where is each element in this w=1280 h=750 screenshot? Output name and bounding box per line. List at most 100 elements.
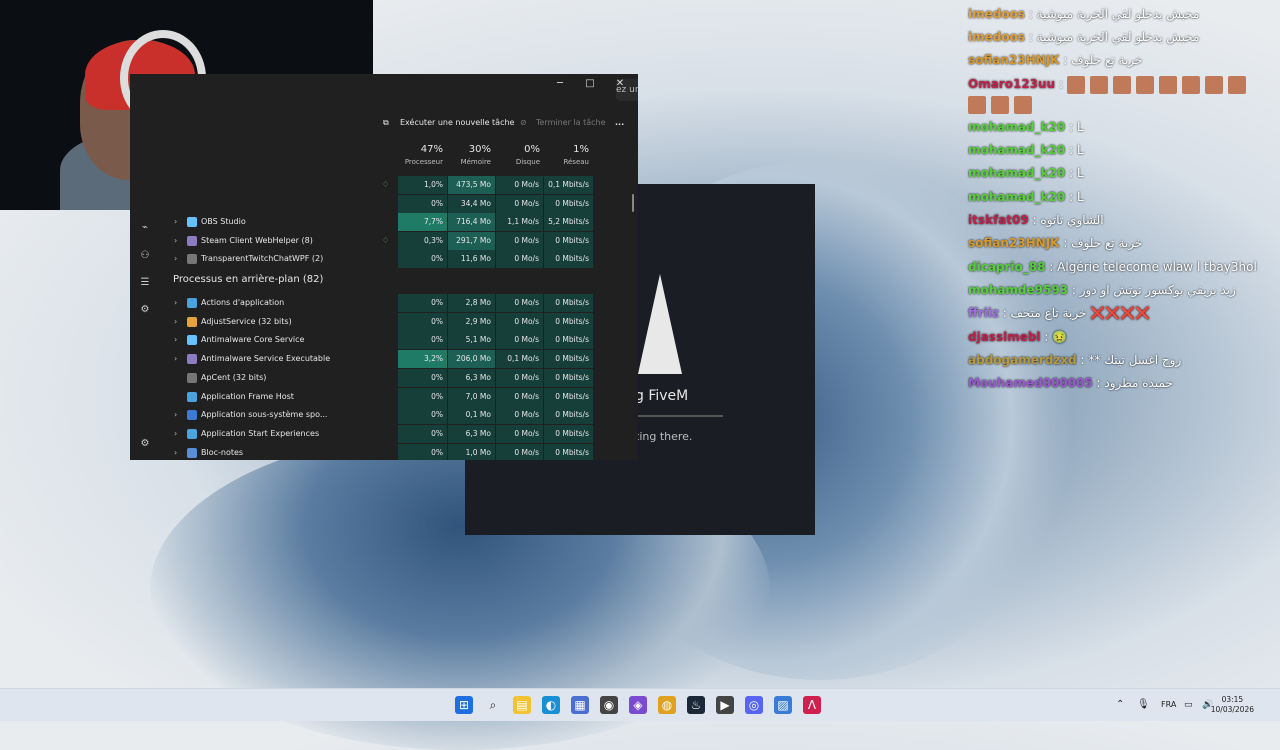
expand-chevron-icon[interactable]: ›: [174, 213, 177, 231]
process-row[interactable]: › OBS Studio 7,7% 716,4 Mo 1,1 Mo/s 5,2 Mbits…: [130, 213, 638, 232]
expand-chevron-icon[interactable]: ›: [174, 313, 177, 331]
photos-icon[interactable]: ▨: [774, 696, 792, 714]
disk-cell: 0 Mo/s: [496, 176, 543, 194]
chevron-up-icon[interactable]: ⌃: [1116, 689, 1124, 721]
column-memory[interactable]: 30% Mémoire: [448, 144, 491, 166]
close-icon[interactable]: ✕: [605, 76, 635, 92]
chat-text: :: [1058, 77, 1063, 91]
chat-text: : زيد بريفي بوكسور توتش او دور: [1071, 283, 1236, 297]
process-icon: [187, 254, 197, 265]
language-indicator[interactable]: FRA: [1161, 689, 1176, 721]
network-cell: 0 Mbits/s: [544, 294, 593, 312]
expand-chevron-icon[interactable]: ›: [174, 331, 177, 349]
process-icon: [187, 391, 197, 402]
expand-chevron-icon[interactable]: ›: [174, 294, 177, 312]
run-task-button[interactable]: Exécuter une nouvelle tâche: [400, 118, 514, 127]
file-explorer-icon[interactable]: ▤: [513, 696, 531, 714]
expand-chevron-icon[interactable]: ›: [174, 250, 177, 268]
chat-message: ffriiz : خربة تاع متحف ❌❌❌❌: [968, 303, 1150, 323]
search-icon[interactable]: ⌕: [484, 696, 502, 714]
expand-chevron-icon[interactable]: ›: [174, 350, 177, 368]
process-row[interactable]: › Steam Client WebHelper (8) ♢ 0,3% 291,7 Mo…: [130, 231, 638, 250]
chat-username: mohamad_k20: [968, 190, 1066, 204]
chat-message: djasslmebl : 🤢: [968, 327, 1067, 347]
network-cell: 0 Mbits/s: [544, 250, 593, 269]
steam-icon[interactable]: ♨: [687, 696, 705, 714]
process-row[interactable]: ›♢1,0%473,5 Mo0 Mo/s0,1 Mbits/s: [130, 176, 638, 194]
process-name: Antimalware Core Service: [201, 335, 305, 345]
cpu-cell: 0%: [398, 312, 447, 331]
expand-chevron-icon[interactable]: ›: [174, 444, 177, 460]
chat-message: dicaprio_88 : Algérie telecome wlaw l tb…: [968, 257, 1257, 277]
minimize-icon[interactable]: ─: [545, 76, 575, 92]
details-icon[interactable]: ☰: [139, 277, 151, 289]
memory-cell: 6,3 Mo: [448, 424, 495, 443]
background-section-title: Processus en arrière-plan (82): [173, 274, 324, 285]
disk-cell: 0 Mo/s: [496, 387, 543, 406]
chat-username: mohamad_k20: [968, 120, 1066, 134]
chat-emote-icon: [1158, 75, 1177, 94]
memory-cell: 206,0 Mo: [448, 350, 495, 369]
process-row[interactable]: ›0%34,4 Mo0 Mo/s0 Mbits/s: [130, 194, 638, 213]
chat-username: sofian23HNJK: [968, 236, 1060, 250]
chat-text: : الشاوي تاتوه: [1032, 213, 1104, 227]
cpu-cell: 0%: [398, 387, 447, 406]
process-row[interactable]: › Application sous-système spo... 0% 0,1 Mo…: [130, 406, 638, 425]
network-cell: 0 Mbits/s: [544, 368, 593, 387]
chat-username: abdogamerdzxd: [968, 353, 1077, 367]
disk-cell: 0 Mo/s: [496, 250, 543, 269]
chat-message: sofian23HNJK : خربة تع حلوف: [968, 233, 1142, 253]
process-row[interactable]: › AdjustService (32 bits) 0% 2,9 Mo 0 Mo/s 0 …: [130, 312, 638, 331]
discord-icon[interactable]: ◎: [745, 696, 763, 714]
process-row[interactable]: › Actions d'application 0% 2,8 Mo 0 Mo/s 0 Mb…: [130, 294, 638, 312]
chat-text: : L: [1069, 190, 1084, 204]
fivem-icon[interactable]: Λ: [803, 696, 821, 714]
scrollbar[interactable]: [632, 194, 634, 212]
more-options-button[interactable]: ...: [615, 118, 624, 127]
process-row[interactable]: › TransparentTwitchChatWPF (2) 0% 11,6 Mo 0 …: [130, 250, 638, 269]
expand-chevron-icon[interactable]: ›: [174, 406, 177, 424]
twitch-chat-overlay: imedoos : محبش يدخلو لقي الخربة ميوشية i…: [968, 0, 1280, 400]
run-task-icon: ⧉: [383, 118, 389, 127]
memory-cell: 5,1 Mo: [448, 331, 495, 350]
cpu-cell: 1,0%: [398, 176, 447, 194]
expand-chevron-icon[interactable]: ›: [174, 232, 177, 250]
twitch-icon[interactable]: ◈: [629, 696, 647, 714]
process-row[interactable]: ›ApCent (32 bits)0%6,3 Mo0 Mo/s0 Mbits/s: [130, 368, 638, 387]
disk-cell: 0 Mo/s: [496, 194, 543, 213]
fivem-subtitle: ting there.: [635, 430, 693, 443]
process-row[interactable]: › Bloc-notes 0% 1,0 Mo 0 Mo/s 0 Mbits/s: [130, 443, 638, 460]
process-icon: [187, 372, 197, 383]
network-cell: 0 Mbits/s: [544, 194, 593, 213]
end-task-button[interactable]: Terminer la tâche: [536, 118, 606, 127]
fivem-progress-bar: [635, 415, 723, 417]
process-icon: [187, 354, 197, 365]
process-row[interactable]: › Antimalware Core Service 0% 5,1 Mo 0 Mo/s 0…: [130, 331, 638, 350]
edge-icon[interactable]: ◐: [542, 696, 560, 714]
chat-text: : خربة تع حلوف: [1063, 53, 1143, 67]
obs-icon[interactable]: ◉: [600, 696, 618, 714]
clock[interactable]: 03:15 10/03/2026: [1211, 695, 1254, 715]
fivem-title: g FiveM: [635, 388, 689, 404]
column-disk[interactable]: 0% Disque: [496, 144, 540, 166]
process-row[interactable]: ›Application Frame Host0%7,0 Mo0 Mo/s0 M…: [130, 387, 638, 406]
process-name: Application Frame Host: [201, 391, 294, 401]
chrome-icon[interactable]: ◍: [658, 696, 676, 714]
process-icon: [187, 217, 197, 228]
microphone-icon[interactable]: 🎙: [1137, 689, 1150, 721]
cpu-cell: 0%: [398, 250, 447, 269]
process-row[interactable]: › Antimalware Service Executable 3,2% 206,0…: [130, 350, 638, 369]
column-cpu[interactable]: 47% Processeur: [398, 144, 443, 166]
chat-message: mohamad_k20 : L: [968, 117, 1084, 137]
process-icon: [187, 447, 197, 458]
maximize-icon[interactable]: □: [575, 76, 605, 92]
column-network[interactable]: 1% Réseau: [544, 144, 589, 166]
chat-text: : خربة تع حلوف: [1063, 236, 1143, 250]
windows-start-icon[interactable]: ⊞: [455, 696, 473, 714]
chat-message: mohamad_k20 : L: [968, 163, 1084, 183]
store-icon[interactable]: ▦: [571, 696, 589, 714]
process-row[interactable]: › Application Start Experiences 0% 6,3 Mo 0 …: [130, 424, 638, 443]
media-player-icon[interactable]: ▶: [716, 696, 734, 714]
expand-chevron-icon[interactable]: ›: [174, 425, 177, 443]
network-icon[interactable]: ▭: [1184, 689, 1193, 721]
